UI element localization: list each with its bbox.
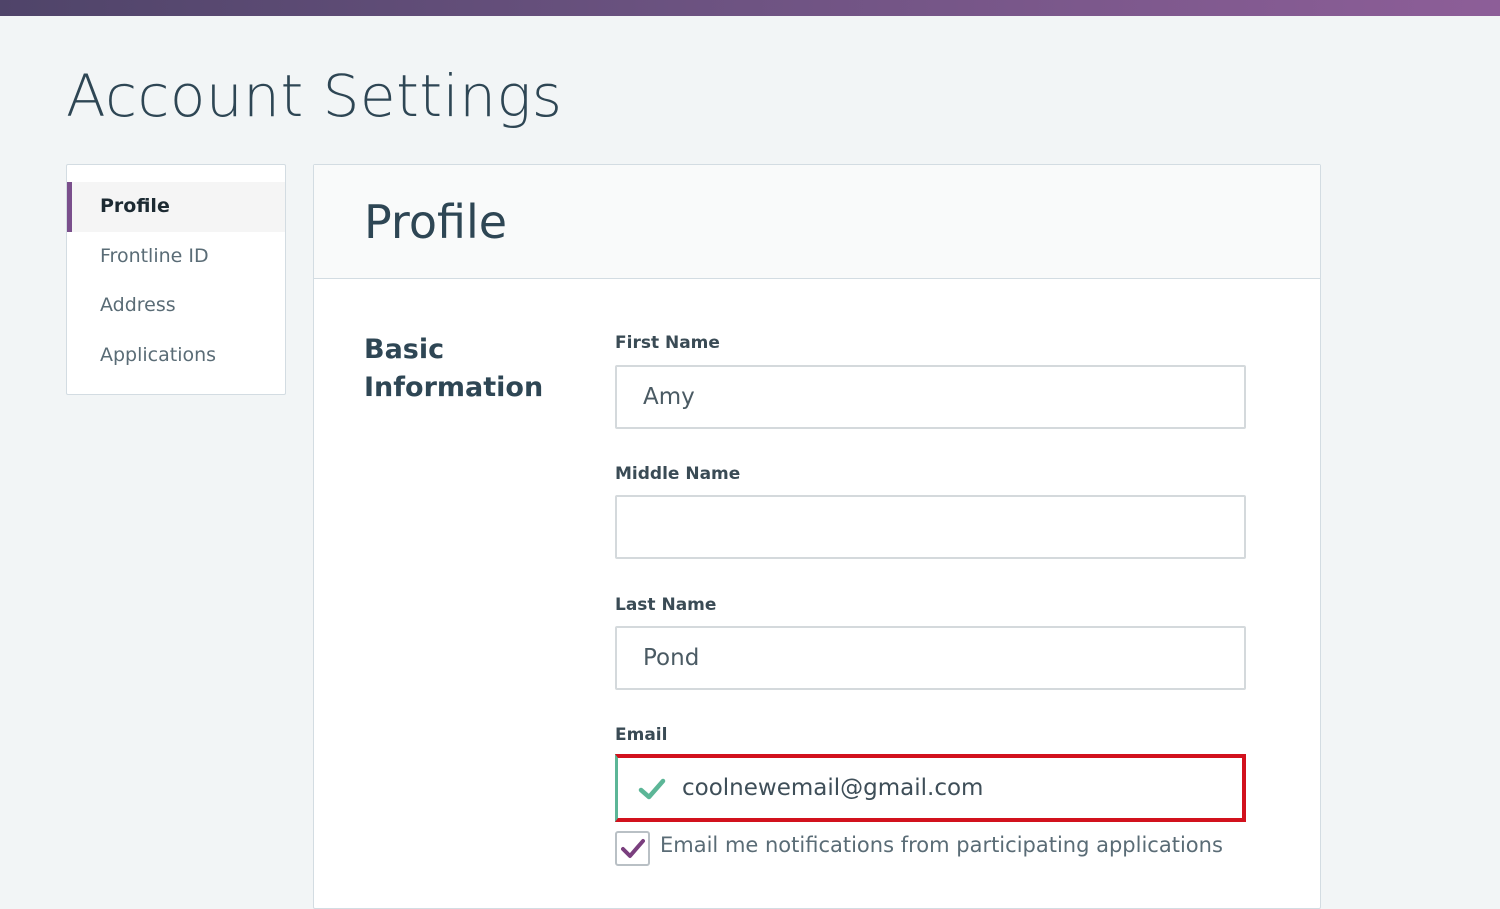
- sidebar-item-frontline-id[interactable]: Frontline ID: [67, 232, 285, 282]
- panel-header: Profile: [314, 165, 1320, 279]
- middle-name-input[interactable]: [615, 495, 1246, 559]
- checkmark-icon: [621, 839, 645, 858]
- middle-name-label: Middle Name: [615, 464, 741, 484]
- top-accent-bar: [0, 0, 1500, 16]
- page-title: Account Settings: [66, 62, 563, 130]
- last-name-input[interactable]: [615, 626, 1246, 690]
- first-name-input[interactable]: [615, 365, 1246, 429]
- email-field-highlight: [615, 754, 1246, 822]
- sidebar-item-address[interactable]: Address: [67, 281, 285, 331]
- last-name-label: Last Name: [615, 595, 717, 615]
- notifications-checkbox[interactable]: [615, 831, 650, 866]
- first-name-label: First Name: [615, 333, 720, 353]
- email-input[interactable]: [678, 758, 1238, 818]
- settings-sidebar: Profile Frontline ID Address Application…: [66, 164, 286, 395]
- section-title: Basic Information: [364, 334, 544, 403]
- email-label: Email: [615, 725, 668, 745]
- panel-title: Profile: [364, 195, 508, 249]
- profile-panel: Profile Basic Information First Name Mid…: [313, 164, 1321, 909]
- sidebar-item-applications[interactable]: Applications: [67, 331, 285, 381]
- sidebar-item-profile[interactable]: Profile: [67, 182, 285, 232]
- notifications-checkbox-label[interactable]: Email me notifications from participatin…: [660, 833, 1223, 857]
- checkmark-icon: [638, 778, 666, 800]
